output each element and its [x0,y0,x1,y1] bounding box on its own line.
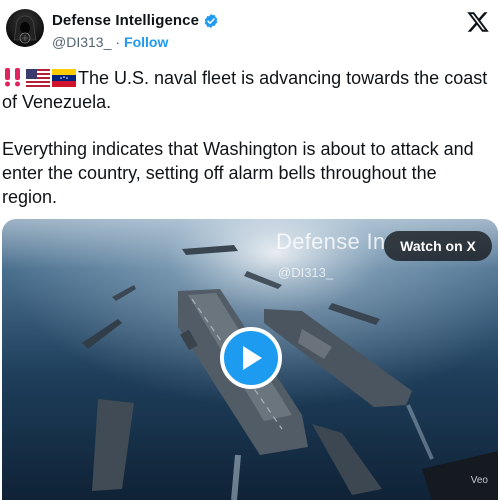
play-icon [243,346,262,370]
watermark-handle: @DI313_ [278,265,334,280]
tweet-paragraph-1: The U.S. naval fleet is advancing toward… [2,66,492,114]
double-exclamation-icon [5,68,20,87]
x-logo-icon[interactable] [466,10,490,34]
tweet-header: Defense Intelligence @DI313_ · Follow [0,0,500,62]
avatar[interactable] [6,9,44,47]
verified-badge-icon [204,13,218,28]
separator-dot: · [115,34,121,50]
author-display-name[interactable]: Defense Intelligence [52,12,199,29]
us-flag-icon [26,69,50,87]
venezuela-flag-icon [52,69,76,87]
author-handle[interactable]: @DI313_ [52,34,111,50]
tweet-body: The U.S. naval fleet is advancing toward… [2,66,492,209]
watermark-title: Defense In [276,229,386,254]
video-player[interactable]: Defense In @DI313_ Watch on X Veo [2,219,498,500]
follow-button[interactable]: Follow [124,34,168,50]
hooded-figure-icon [13,15,37,44]
watch-on-x-button[interactable]: Watch on X [384,231,492,261]
play-button[interactable] [220,327,282,389]
tweet-paragraph-2: Everything indicates that Washington is … [2,139,474,207]
veo-label: Veo [470,475,488,486]
